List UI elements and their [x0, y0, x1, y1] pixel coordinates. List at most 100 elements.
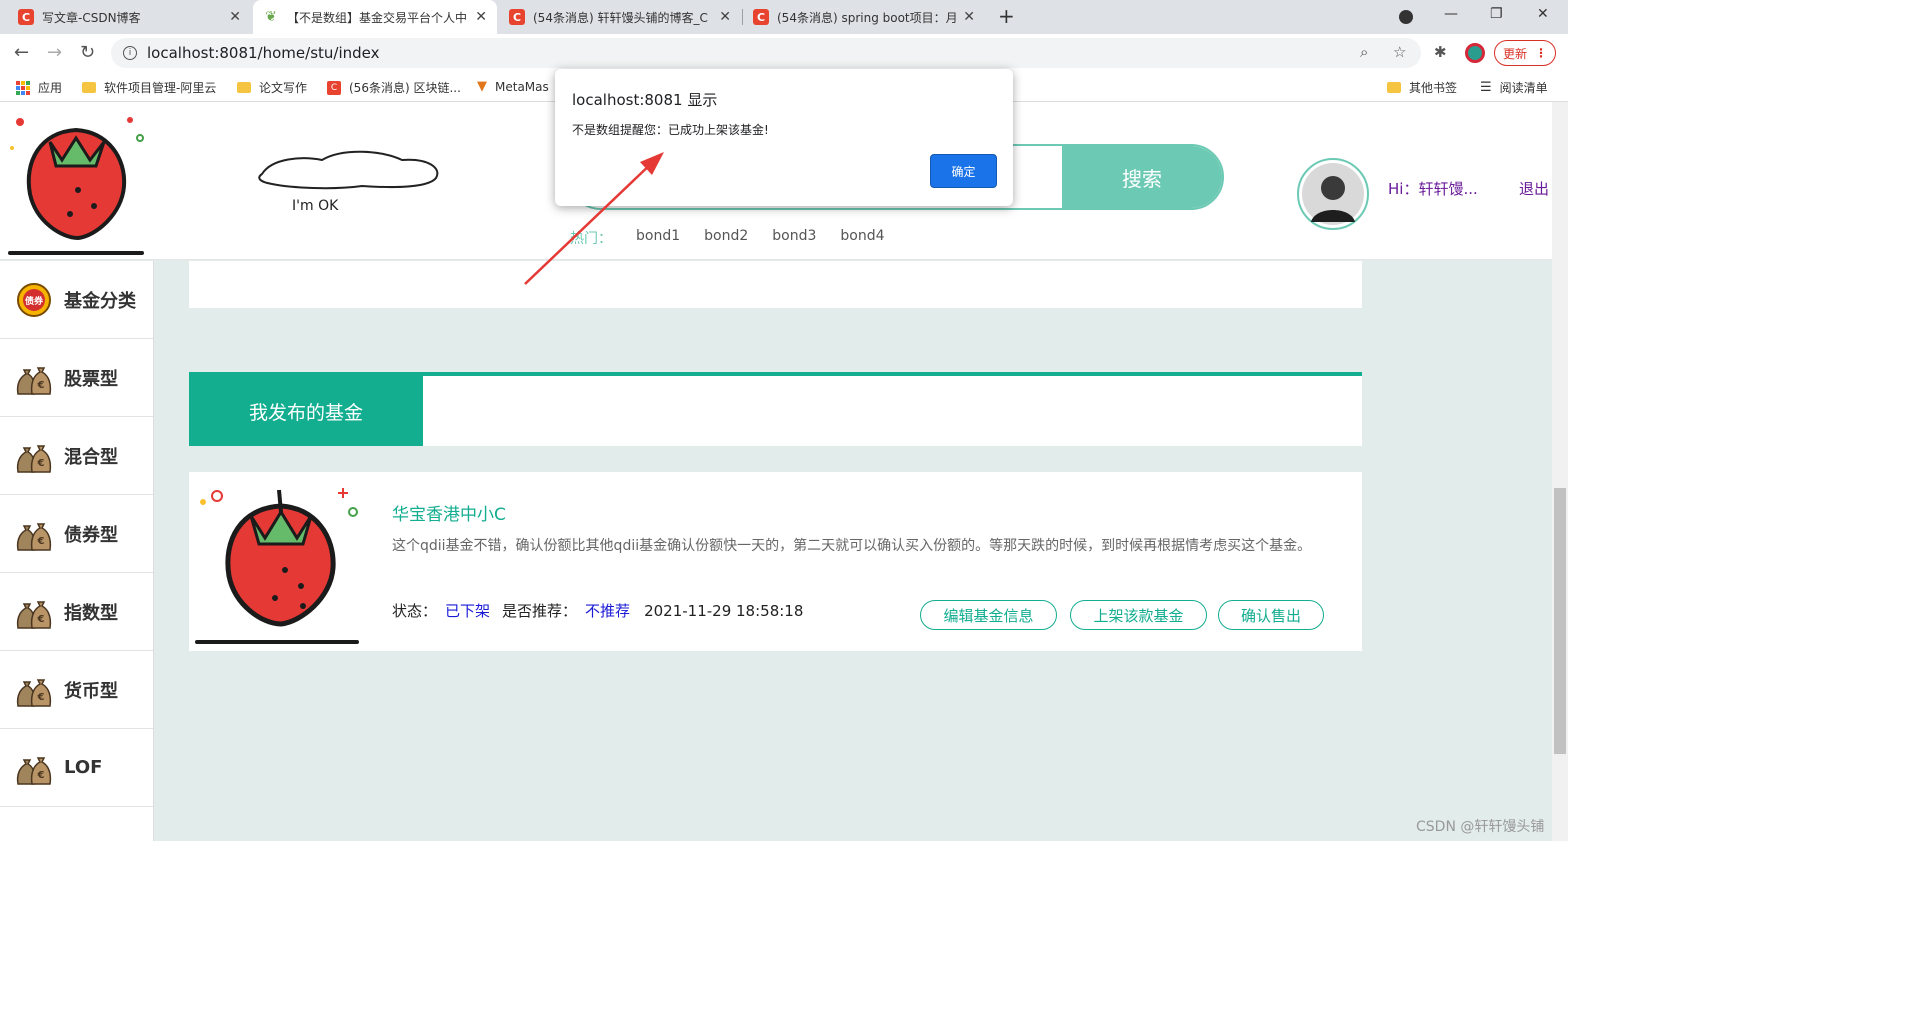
user-greeting[interactable]: Hi：轩轩馒... — [1388, 178, 1478, 199]
new-tab-icon[interactable]: + — [998, 4, 1015, 28]
search-button[interactable]: 搜索 — [1062, 146, 1222, 208]
info-icon[interactable]: i — [123, 46, 137, 60]
bookmark-label: 论文写作 — [259, 81, 308, 95]
sidebar-item-label: 基金分类 — [64, 290, 136, 312]
reading-list-icon: ☰ — [1480, 80, 1492, 95]
money-bag-icon: € — [16, 678, 52, 707]
url-text: localhost:8081/home/stu/index — [147, 44, 380, 62]
leaf-icon: ❦ — [265, 9, 277, 25]
csdn-icon: C — [509, 9, 525, 25]
close-icon[interactable]: ✕ — [719, 9, 731, 25]
tab-csdn-blog[interactable]: C (54条消息) 轩轩馒头铺的博客_C ✕ — [499, 0, 741, 34]
hot-item-bond3[interactable]: bond3 — [772, 228, 816, 248]
csdn-icon: C — [327, 80, 341, 95]
sidebar-item-index[interactable]: € 指数型 — [0, 573, 153, 651]
hot-item-bond4[interactable]: bond4 — [840, 228, 884, 248]
dialog-message: 不是数组提醒您：已成功上架该基金! — [572, 123, 769, 137]
bond-badge-icon: 债券 — [17, 282, 51, 317]
sidebar-item-lof[interactable]: € LOF — [0, 729, 153, 807]
tab-title: 【不是数组】基金交易平台个人中 — [287, 10, 468, 25]
hot-keywords: 热门： bond1 bond2 bond3 bond4 — [570, 228, 885, 248]
fox-icon: ▼ — [477, 79, 487, 94]
bookmark-label: 应用 — [38, 81, 63, 95]
my-funds-tab[interactable]: 我发布的基金 — [189, 376, 423, 446]
sidebar-item-label: 指数型 — [64, 602, 118, 624]
content-panel-top — [189, 261, 1362, 308]
tab-fund-platform[interactable]: ❦ 【不是数组】基金交易平台个人中 ✕ — [253, 0, 497, 34]
edit-fund-button[interactable]: 编辑基金信息 — [920, 600, 1057, 630]
hot-item-bond1[interactable]: bond1 — [636, 228, 680, 248]
apps-grid-icon — [16, 80, 30, 95]
bookmark-label: 软件项目管理-阿里云 — [104, 81, 217, 95]
bookmark-paper[interactable]: 论文写作 — [237, 79, 307, 96]
money-bag-icon: € — [16, 366, 52, 395]
bond-badge-text: 债券 — [25, 295, 44, 307]
sidebar-item-money[interactable]: € 货币型 — [0, 651, 153, 729]
sidebar-item-fund-category[interactable]: 债券 基金分类 — [0, 261, 153, 339]
fund-image[interactable] — [193, 476, 369, 648]
bookmark-label: 其他书签 — [1409, 81, 1458, 95]
sidebar-item-label: LOF — [64, 757, 103, 778]
fund-name[interactable]: 华宝香港中小C — [392, 500, 506, 525]
svg-text:€: € — [37, 692, 45, 703]
svg-text:€: € — [37, 770, 45, 781]
csdn-watermark: CSDN @轩轩馒头铺 — [1416, 819, 1545, 835]
hot-item-bond2[interactable]: bond2 — [704, 228, 748, 248]
sidebar: 债券 基金分类 € 股票型 € 混合型 € 债券型 € 指数型 € 货币型 € … — [0, 261, 154, 841]
close-icon[interactable]: ✕ — [963, 9, 975, 25]
tab-spring-boot[interactable]: C (54条消息) spring boot项目：月 ✕ — [743, 0, 985, 34]
scroll-thumb[interactable] — [1554, 488, 1566, 754]
extensions-icon[interactable]: ✱ — [1434, 43, 1447, 61]
bookmark-metamask[interactable]: ▼ MetaMas — [477, 79, 549, 94]
scrollbar[interactable] — [1552, 102, 1568, 841]
strawberry-logo[interactable] — [0, 102, 153, 260]
bookmark-aliyun[interactable]: 软件项目管理-阿里云 — [82, 79, 216, 96]
close-icon[interactable]: ✕ — [229, 9, 241, 25]
money-bag-icon: € — [16, 522, 52, 551]
status-label: 状态： — [392, 602, 438, 620]
logout-link[interactable]: 退出 — [1519, 178, 1549, 199]
bookmark-star-icon[interactable]: ☆ — [1393, 43, 1406, 61]
sidebar-item-mixed[interactable]: € 混合型 — [0, 417, 153, 495]
bookmark-label: (56条消息) 区块链... — [349, 81, 461, 95]
recommend-label: 是否推荐： — [502, 602, 578, 620]
avatar[interactable] — [1297, 158, 1369, 230]
dialog-ok-button[interactable]: 确定 — [930, 154, 997, 188]
bookmark-label: 阅读清单 — [1499, 81, 1548, 95]
bookmark-reading-list[interactable]: ☰ 阅读清单 — [1480, 79, 1548, 96]
list-fund-button[interactable]: 上架该款基金 — [1070, 600, 1207, 630]
folder-icon — [1387, 82, 1401, 93]
confirm-sell-button[interactable]: 确认售出 — [1218, 600, 1324, 630]
bookmark-apps[interactable]: 应用 — [16, 79, 62, 96]
close-icon[interactable]: ✕ — [475, 9, 487, 25]
alert-dialog: localhost:8081 显示 不是数组提醒您：已成功上架该基金! 确定 — [555, 69, 1013, 206]
bookmark-blockchain[interactable]: C (56条消息) 区块链... — [327, 79, 461, 96]
forward-icon[interactable]: → — [47, 42, 62, 63]
fund-meta: 状态： 已下架 是否推荐： 不推荐 2021-11-29 18:58:18 — [392, 600, 803, 621]
money-bag-icon: € — [16, 756, 52, 785]
menu-dots-icon: ⋮ — [1535, 46, 1547, 60]
recommend-value: 不推荐 — [585, 602, 631, 620]
fund-timestamp: 2021-11-29 18:58:18 — [644, 601, 804, 620]
bookmark-other[interactable]: 其他书签 — [1387, 79, 1457, 96]
sidebar-item-stock[interactable]: € 股票型 — [0, 339, 153, 417]
tab-title: (54条消息) spring boot项目：月 — [777, 10, 958, 25]
profile-icon[interactable] — [1465, 43, 1485, 63]
window-close-icon[interactable]: ✕ — [1537, 6, 1549, 22]
dialog-title: localhost:8081 显示 — [572, 91, 718, 109]
sidebar-item-bond[interactable]: € 债券型 — [0, 495, 153, 573]
tab-search-icon[interactable] — [1399, 10, 1413, 24]
reload-icon[interactable]: ↻ — [80, 42, 95, 63]
tab-csdn-write[interactable]: C 写文章-CSDN博客 ✕ — [8, 0, 251, 34]
zoom-icon[interactable]: ⌕ — [1360, 43, 1368, 61]
minimize-icon[interactable]: — — [1444, 6, 1458, 22]
svg-text:€: € — [37, 536, 45, 547]
im-ok-image: I'm OK — [232, 138, 462, 216]
back-icon[interactable]: ← — [14, 42, 29, 63]
update-button[interactable]: 更新 ⋮ — [1494, 40, 1556, 66]
restore-icon[interactable]: ❐ — [1490, 6, 1503, 22]
sidebar-item-label: 货币型 — [64, 680, 118, 702]
address-bar[interactable]: i localhost:8081/home/stu/index — [111, 38, 1421, 68]
svg-text:€: € — [37, 614, 45, 625]
csdn-icon: C — [753, 9, 769, 25]
